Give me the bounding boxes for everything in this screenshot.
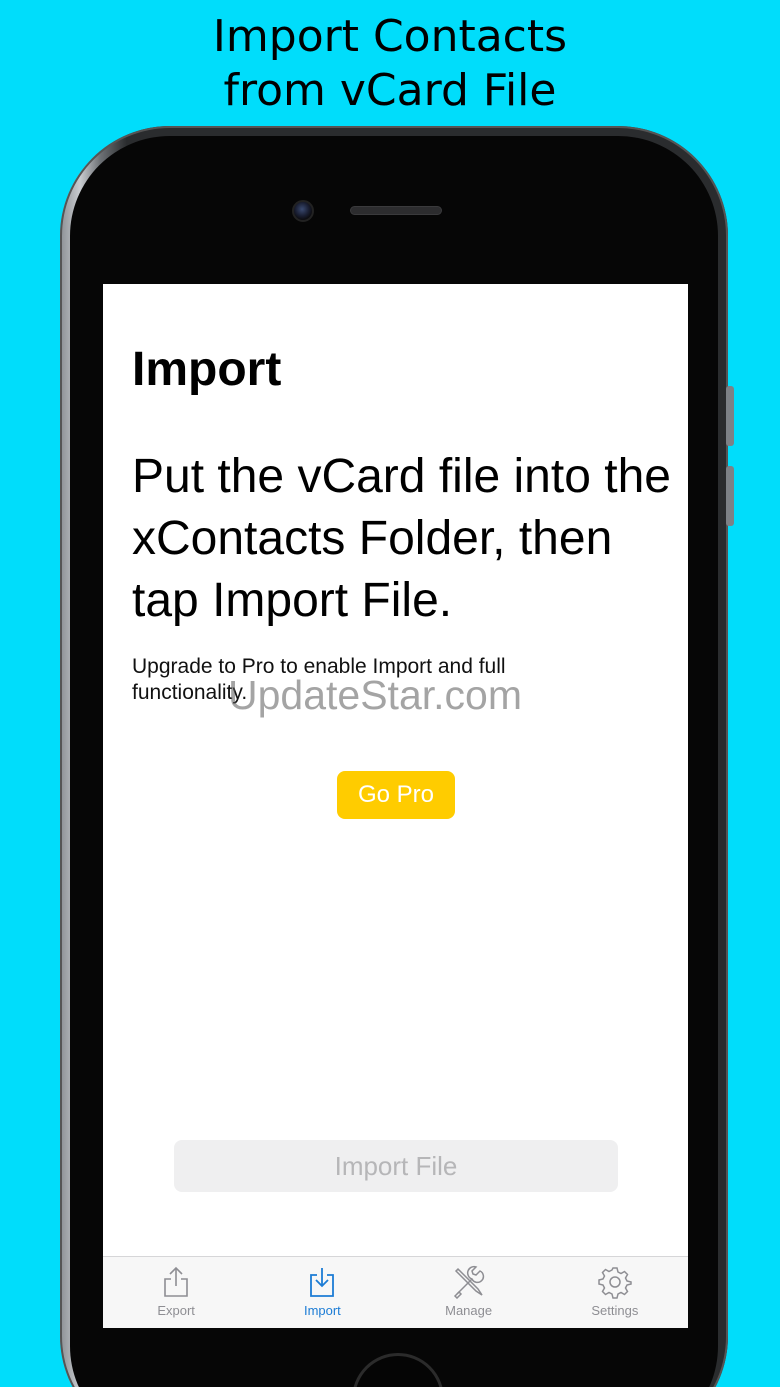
tab-bar: Export Import Manage Settings [103, 1256, 688, 1328]
tab-export[interactable]: Export [103, 1257, 249, 1328]
share-icon [164, 1266, 188, 1297]
tab-settings[interactable]: Settings [542, 1257, 688, 1328]
tab-import[interactable]: Import [249, 1257, 395, 1328]
gear-icon [598, 1267, 632, 1299]
import-file-button[interactable]: Import File [174, 1140, 618, 1192]
download-icon [310, 1268, 335, 1297]
earpiece-speaker [350, 206, 442, 215]
tab-import-label: Import [303, 1303, 341, 1318]
promo-line-1: Import Contacts [212, 11, 568, 62]
volume-up-button [726, 386, 734, 446]
page-title: Import [132, 343, 282, 396]
go-pro-button[interactable]: Go Pro [337, 771, 455, 819]
tab-manage-label: Manage [445, 1303, 493, 1318]
upgrade-note: Upgrade to Pro to enable Import and full… [132, 655, 506, 704]
tab-manage[interactable]: Manage [396, 1257, 542, 1328]
promo-caption: Import Contacts from vCard File [0, 10, 780, 118]
promo-line-2: from vCard File [223, 65, 557, 116]
tools-icon [453, 1265, 484, 1299]
front-camera [292, 200, 314, 222]
app-screen: Import Put the vCard file into the xCont… [103, 284, 688, 1328]
volume-down-button [726, 466, 734, 526]
tab-export-label: Export [157, 1303, 195, 1318]
tab-settings-label: Settings [591, 1303, 639, 1318]
instructions-text: Put the vCard file into the xContacts Fo… [132, 450, 671, 627]
